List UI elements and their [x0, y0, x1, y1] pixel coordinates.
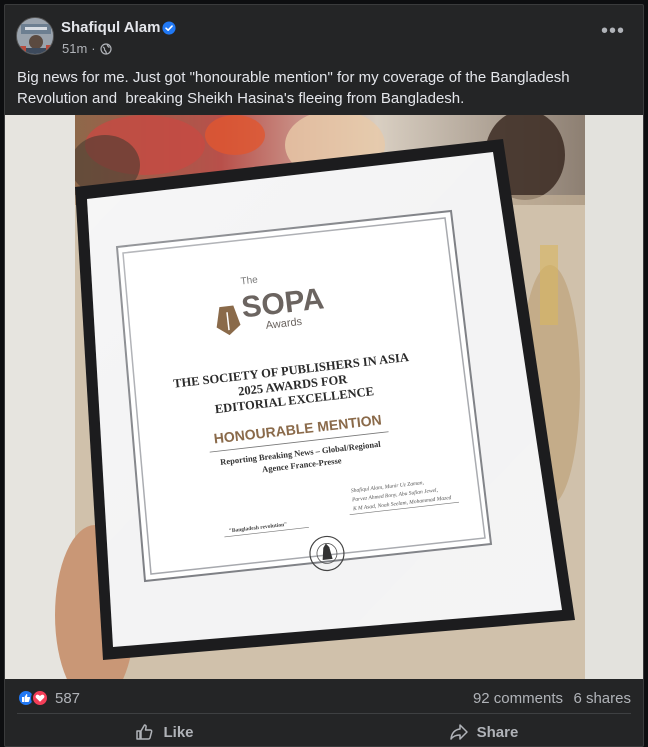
- award-certificate-photo: The SOPA Awards THE SOCIETY OF PUBLISHER…: [5, 115, 643, 679]
- verified-badge-icon: [162, 21, 176, 35]
- avatar[interactable]: [16, 17, 54, 55]
- share-button[interactable]: Share: [324, 717, 643, 747]
- like-thumb-icon: [136, 724, 153, 740]
- post-card: Shafiqul Alam 51m · ••• Big news for me.…: [4, 4, 644, 747]
- globe-icon: [100, 42, 112, 55]
- comments-count[interactable]: 92 comments: [473, 690, 563, 707]
- action-bar: Like Share: [5, 717, 643, 747]
- reaction-icons[interactable]: [17, 689, 49, 707]
- post-photo[interactable]: The SOPA Awards THE SOCIETY OF PUBLISHER…: [5, 115, 643, 679]
- like-label: Like: [163, 723, 194, 741]
- post-time[interactable]: 51m: [62, 41, 87, 56]
- post-meta: 51m ·: [62, 41, 112, 56]
- post-stats: 587 92 comments 6 shares: [5, 683, 643, 711]
- share-label: Share: [476, 723, 519, 741]
- post-header: Shafiqul Alam 51m · •••: [5, 5, 643, 65]
- love-reaction-icon: [31, 689, 49, 707]
- meta-separator: ·: [91, 41, 96, 56]
- cert-brand-small: The: [240, 275, 259, 288]
- share-arrow-icon: [449, 724, 468, 740]
- reaction-count[interactable]: 587: [55, 690, 80, 707]
- divider: [17, 713, 631, 714]
- author-name[interactable]: Shafiqul Alam: [61, 19, 160, 36]
- more-options-icon[interactable]: •••: [601, 21, 625, 41]
- post-text: Big news for me. Just got "honourable me…: [17, 69, 574, 107]
- like-button[interactable]: Like: [5, 717, 324, 747]
- shares-count[interactable]: 6 shares: [573, 690, 631, 707]
